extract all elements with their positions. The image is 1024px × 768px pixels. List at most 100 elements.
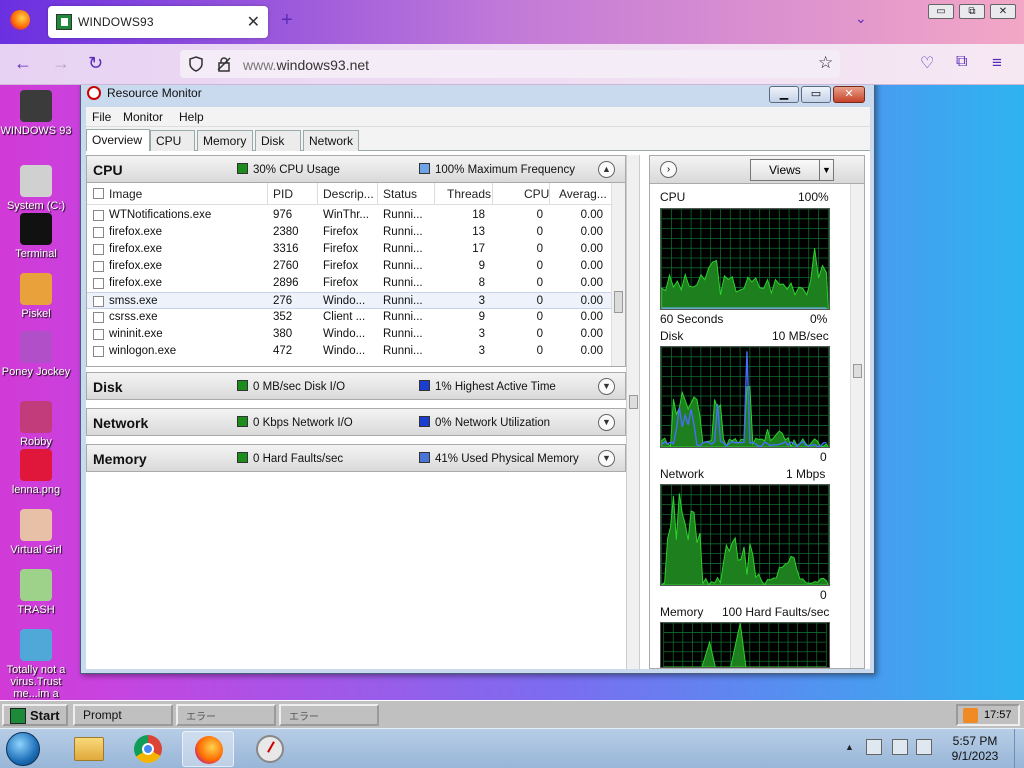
reload-icon[interactable]: ↻ bbox=[88, 53, 103, 74]
left-pane-scrollbar[interactable] bbox=[626, 155, 640, 669]
shield-icon[interactable] bbox=[188, 56, 204, 72]
cpu-graph-max: 100% bbox=[798, 190, 829, 204]
row-checkbox[interactable] bbox=[93, 210, 104, 221]
cpu-section-header[interactable]: CPU 30% CPU Usage 100% Maximum Frequency… bbox=[86, 155, 626, 183]
cell-pid: 2760 bbox=[273, 260, 299, 272]
table-row[interactable]: firefox.exe 2760 Firefox Runni... 9 0 0.00 bbox=[87, 258, 611, 275]
table-row[interactable]: firefox.exe 2380 Firefox Runni... 13 0 0.00 bbox=[87, 224, 611, 241]
bookmark-star-icon[interactable]: ☆ bbox=[818, 53, 833, 73]
desktop-icon[interactable]: Virtual Girl bbox=[0, 509, 72, 556]
desktop-icon[interactable]: Poney Jockey bbox=[0, 331, 72, 378]
desktop-icon[interactable]: Totally not a virus.Trust me...im a bbox=[0, 629, 72, 700]
taskbar-item-prompt[interactable]: Prompt bbox=[73, 704, 173, 726]
desktop-icon[interactable]: Terminal bbox=[0, 213, 72, 260]
lock-icon[interactable] bbox=[216, 56, 232, 72]
row-checkbox[interactable] bbox=[93, 296, 104, 307]
forward-arrow-icon[interactable]: → bbox=[52, 53, 70, 74]
menu-help[interactable]: Help bbox=[179, 110, 204, 124]
chevron-down-icon[interactable]: ▼ bbox=[598, 414, 615, 431]
col-image[interactable]: Image bbox=[109, 187, 142, 201]
table-row[interactable]: firefox.exe 3316 Firefox Runni... 17 0 0.00 bbox=[87, 241, 611, 258]
memory-section-header[interactable]: Memory 0 Hard Faults/sec 41% Used Physic… bbox=[86, 444, 626, 472]
action-center-flag-icon[interactable] bbox=[866, 739, 882, 755]
select-all-checkbox[interactable] bbox=[93, 188, 104, 199]
chevron-right-icon[interactable]: › bbox=[660, 161, 677, 178]
window-close-button[interactable]: ✕ bbox=[990, 4, 1016, 19]
row-checkbox[interactable] bbox=[93, 227, 104, 238]
tab-memory[interactable]: Memory bbox=[197, 130, 253, 151]
desktop-icon[interactable]: TRASH bbox=[0, 569, 72, 616]
tab-disk[interactable]: Disk bbox=[255, 130, 301, 151]
table-scroll-thumb[interactable] bbox=[614, 291, 623, 313]
file-explorer-taskbar-icon[interactable] bbox=[62, 731, 114, 767]
chevron-down-icon[interactable]: ▼ bbox=[598, 450, 615, 467]
col-description[interactable]: Descrip... bbox=[323, 187, 374, 201]
table-row[interactable]: WTNotifications.exe 976 WinThr... Runni... 1… bbox=[87, 207, 611, 224]
col-cpu[interactable]: CPU bbox=[524, 187, 549, 201]
desktop-icon[interactable]: Piskel bbox=[0, 273, 72, 320]
memory-graph-max: 100 Hard Faults/sec bbox=[722, 605, 830, 619]
row-checkbox[interactable] bbox=[93, 244, 104, 255]
tab-cpu[interactable]: CPU bbox=[150, 130, 195, 151]
start-button[interactable]: Start bbox=[2, 704, 68, 726]
menu-hamburger-icon[interactable]: ≡ bbox=[992, 53, 1002, 73]
volume-muted-icon[interactable] bbox=[916, 739, 932, 755]
row-checkbox[interactable] bbox=[93, 346, 104, 357]
desktop-icon[interactable]: WINDOWS 93 bbox=[0, 90, 72, 137]
taskbar-item-error-2[interactable]: エラー bbox=[279, 704, 379, 726]
desktop-icon[interactable]: Robby bbox=[0, 401, 72, 448]
desktop-icon[interactable]: System (C:) bbox=[0, 165, 72, 212]
url-bar[interactable]: www.windows93.net bbox=[180, 50, 840, 78]
table-row[interactable]: winlogon.exe 472 Windo... Runni... 3 0 0.00 bbox=[87, 343, 611, 360]
table-scrollbar[interactable] bbox=[611, 183, 625, 366]
tab-network[interactable]: Network bbox=[303, 130, 359, 151]
menu-file[interactable]: File bbox=[92, 110, 111, 124]
desktop-icon[interactable]: lenna.png bbox=[0, 449, 72, 496]
row-checkbox[interactable] bbox=[93, 312, 104, 323]
table-row[interactable]: csrss.exe 352 Client ... Runni... 9 0 0.00 bbox=[87, 309, 611, 326]
col-average[interactable]: Averag... bbox=[559, 187, 607, 201]
graphs-scroll-thumb[interactable] bbox=[853, 364, 862, 378]
system-clock[interactable]: 5:57 PM 9/1/2023 bbox=[940, 734, 1010, 764]
tab-overview[interactable]: Overview bbox=[86, 129, 150, 151]
row-checkbox[interactable] bbox=[93, 261, 104, 272]
window-minimize-button[interactable]: ▭ bbox=[928, 4, 954, 19]
windows-start-orb-icon[interactable] bbox=[6, 732, 40, 766]
col-threads[interactable]: Threads bbox=[447, 187, 491, 201]
browser-tab[interactable]: WINDOWS93 ✕ bbox=[48, 6, 268, 38]
disk-section-header[interactable]: Disk 0 MB/sec Disk I/O 1% Highest Active… bbox=[86, 372, 626, 400]
firefox-taskbar-icon[interactable] bbox=[182, 731, 234, 767]
col-pid[interactable]: PID bbox=[273, 187, 293, 201]
tray-overflow-arrow-icon[interactable]: ▲ bbox=[845, 742, 854, 752]
extensions-icon[interactable]: ⧉ bbox=[956, 53, 967, 71]
tab-list-chevron-icon[interactable]: ⌄ bbox=[855, 10, 867, 27]
show-desktop-button[interactable] bbox=[1014, 729, 1024, 768]
table-row[interactable]: firefox.exe 2896 Firefox Runni... 8 0 0.00 bbox=[87, 275, 611, 292]
row-checkbox[interactable] bbox=[93, 278, 104, 289]
graphs-scrollbar[interactable] bbox=[850, 184, 864, 668]
new-tab-button[interactable]: + bbox=[281, 9, 293, 32]
rm-minimize-button[interactable]: ▁ bbox=[769, 86, 799, 103]
views-dropdown[interactable]: Views ▼ bbox=[750, 159, 834, 181]
taskbar-item-error-1[interactable]: エラー bbox=[176, 704, 276, 726]
back-arrow-icon[interactable]: ← bbox=[14, 53, 32, 74]
table-row[interactable]: smss.exe 276 Windo... Runni... 3 0 0.00 bbox=[87, 292, 611, 309]
row-checkbox[interactable] bbox=[93, 329, 104, 340]
rss-icon[interactable] bbox=[963, 708, 978, 723]
chevron-up-icon[interactable]: ▲ bbox=[598, 161, 615, 178]
pocket-icon[interactable]: ♡ bbox=[920, 53, 934, 73]
col-status[interactable]: Status bbox=[383, 187, 417, 201]
chrome-taskbar-icon[interactable] bbox=[122, 731, 174, 767]
rm-maximize-button[interactable]: ▭ bbox=[801, 86, 831, 103]
rm-close-button[interactable]: ✕ bbox=[833, 86, 865, 103]
url-text[interactable]: www.windows93.net bbox=[243, 57, 369, 73]
tab-close-icon[interactable]: ✕ bbox=[247, 12, 260, 32]
left-pane-scroll-thumb[interactable] bbox=[629, 395, 638, 409]
window-restore-button[interactable]: ⧉ bbox=[959, 4, 985, 19]
resource-monitor-taskbar-icon[interactable] bbox=[244, 731, 296, 767]
network-tray-icon[interactable] bbox=[892, 739, 908, 755]
network-section-header[interactable]: Network 0 Kbps Network I/O 0% Network Ut… bbox=[86, 408, 626, 436]
chevron-down-icon[interactable]: ▼ bbox=[598, 378, 615, 395]
menu-monitor[interactable]: Monitor bbox=[123, 110, 163, 124]
table-row[interactable]: wininit.exe 380 Windo... Runni... 3 0 0.00 bbox=[87, 326, 611, 343]
